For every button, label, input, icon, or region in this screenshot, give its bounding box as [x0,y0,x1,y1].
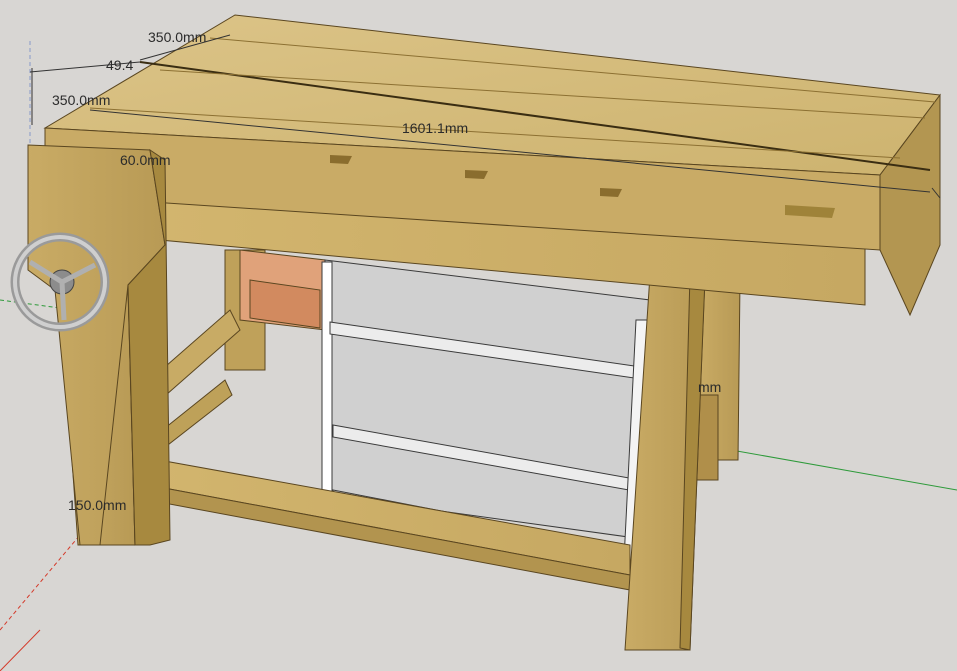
red-axis-line [0,534,81,631]
dim-length: 1601.1mm [402,120,468,136]
dim-side-width: 350.0mm [52,92,110,108]
green-axis-dashed [0,299,61,309]
green-axis-line [719,447,957,491]
dim-leg-height: 150.0mm [68,497,126,513]
red-axis-line-solid [0,629,41,671]
dim-right-partial: mm [698,379,721,395]
3d-model-viewport[interactable]: 350.0mm 49.4 350.0mm 1601.1mm 60.0mm mm … [0,0,957,671]
dim-thickness: 60.0mm [120,152,171,168]
dim-top-width: 350.0mm [148,29,206,45]
dim-offset: 49.4 [106,57,133,73]
dog-hole-2 [465,170,488,179]
leg-vise-chop[interactable] [27,144,171,546]
cabinet-left-side [321,261,333,499]
workbench-scene[interactable]: 350.0mm 49.4 350.0mm 1601.1mm 60.0mm mm … [0,0,957,671]
back-drawer-panel[interactable] [239,249,326,331]
